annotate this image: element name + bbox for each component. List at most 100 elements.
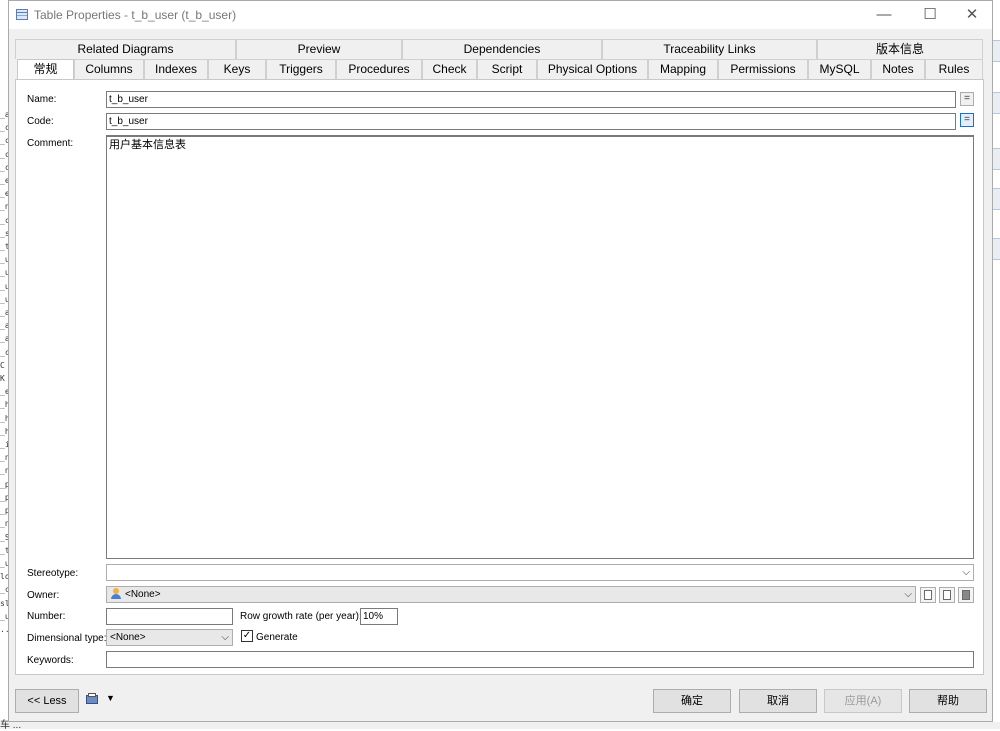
dimensional-type-select[interactable]: <None> ⌵ xyxy=(106,629,233,646)
stereotype-select[interactable]: ⌵ xyxy=(106,564,974,581)
name-code-sync-button[interactable]: = xyxy=(960,92,974,106)
background-strip-text: _s xyxy=(0,228,9,238)
tab-physical-options[interactable]: Physical Options xyxy=(537,59,648,79)
tab-notes[interactable]: Notes xyxy=(871,59,925,79)
code-field[interactable]: t_b_user xyxy=(106,113,956,130)
tab-mapping[interactable]: Mapping xyxy=(648,59,718,79)
table-icon xyxy=(16,9,28,20)
name-field[interactable]: t_b_user xyxy=(106,91,956,108)
background-app-right-strip xyxy=(993,0,1000,729)
tab-dependencies[interactable]: Dependencies xyxy=(402,39,602,59)
background-marker xyxy=(993,188,1000,210)
background-strip-text: _n xyxy=(0,202,9,212)
tab-row-upper: Related Diagrams Preview Dependencies Tr… xyxy=(15,39,983,59)
tab-procedures[interactable]: Procedures xyxy=(336,59,422,79)
background-strip-text: _a xyxy=(0,308,9,318)
chevron-down-icon: ⌵ xyxy=(904,589,912,600)
help-button[interactable]: 帮助 xyxy=(909,689,987,713)
maximize-button[interactable]: ☐ xyxy=(908,1,952,29)
row-growth-field[interactable]: 10% xyxy=(360,608,398,625)
comment-textarea[interactable]: 用户基本信息表 xyxy=(106,135,974,559)
user-icon xyxy=(111,588,121,599)
background-strip-text: _e xyxy=(0,387,9,397)
new-owner-button[interactable] xyxy=(920,587,936,603)
tab-general[interactable]: 常规 xyxy=(17,59,74,81)
owner-select[interactable]: <None> ⌵ xyxy=(106,586,916,603)
number-field[interactable] xyxy=(106,608,233,625)
keywords-field[interactable] xyxy=(106,651,974,668)
background-strip-text: _u xyxy=(0,255,9,265)
background-strip-text: _h xyxy=(0,426,9,436)
background-strip-text: _c xyxy=(0,149,9,159)
background-strip-text: _h xyxy=(0,413,9,423)
background-strip-text: _h xyxy=(0,400,9,410)
tab-check[interactable]: Check xyxy=(422,59,477,79)
tab-traceability-links[interactable]: Traceability Links xyxy=(602,39,817,59)
browse-icon xyxy=(943,590,951,600)
background-strip-text: _c xyxy=(0,136,9,146)
row-growth-label: Row growth rate (per year): xyxy=(240,611,362,622)
background-strip-text: _u xyxy=(0,558,9,568)
minimize-button[interactable]: — xyxy=(862,1,906,29)
background-strip-text: _ti xyxy=(0,242,8,252)
tab-permissions[interactable]: Permissions xyxy=(718,59,808,79)
tab-keys[interactable]: Keys xyxy=(208,59,266,79)
tab-mysql[interactable]: MySQL xyxy=(808,59,871,79)
dialog-title: Table Properties - t_b_user (t_b_user) xyxy=(34,8,237,22)
background-strip-text: _u xyxy=(0,294,9,304)
close-button[interactable]: ✕ xyxy=(950,1,994,29)
owner-properties-button[interactable] xyxy=(958,587,974,603)
background-strip-text: _c xyxy=(0,162,9,172)
background-marker xyxy=(993,238,1000,260)
background-strip-text: _n xyxy=(0,519,9,529)
background-strip-text: ... xyxy=(0,624,8,634)
tab-triggers[interactable]: Triggers xyxy=(266,59,336,79)
background-strip-text: _p xyxy=(0,479,9,489)
equals-icon: = xyxy=(964,93,970,104)
background-strip-text: _n xyxy=(0,466,9,476)
background-strip-text: _t xyxy=(0,545,9,555)
print-menu-button[interactable] xyxy=(85,693,101,707)
owner-label: Owner: xyxy=(27,590,60,601)
background-strip-text: _a xyxy=(0,321,9,331)
less-button[interactable]: << Less xyxy=(15,689,79,713)
background-marker xyxy=(993,148,1000,170)
generate-checkbox[interactable]: ✓ xyxy=(241,630,253,642)
background-strip-text: K xyxy=(0,374,5,384)
comment-label: Comment: xyxy=(27,138,74,149)
tab-version-info[interactable]: 版本信息 xyxy=(817,39,983,59)
code-label: Code: xyxy=(27,116,54,127)
background-strip-text: _n xyxy=(0,453,9,463)
close-icon: ✕ xyxy=(965,6,979,23)
tab-related-diagrams[interactable]: Related Diagrams xyxy=(15,39,236,59)
general-tab-panel: Name: t_b_user = Code: t_b_user = Commen… xyxy=(15,79,984,675)
background-app-bottom-strip: 车 ... xyxy=(0,720,1000,731)
background-strip-text: _a xyxy=(0,334,9,344)
new-icon xyxy=(924,590,932,600)
dropdown-arrow-icon[interactable]: ▼ xyxy=(106,693,115,703)
cancel-button[interactable]: 取消 xyxy=(739,689,817,713)
background-strip-text: _S xyxy=(0,532,9,542)
tab-rules[interactable]: Rules xyxy=(925,59,983,79)
background-strip-text: _c xyxy=(0,123,9,133)
browse-owner-button[interactable] xyxy=(939,587,955,603)
ok-button[interactable]: 确定 xyxy=(653,689,731,713)
chevron-down-icon: ⌵ xyxy=(962,567,970,578)
title-bar: Table Properties - t_b_user (t_b_user) —… xyxy=(9,1,992,29)
tab-indexes[interactable]: Indexes xyxy=(144,59,208,79)
tab-preview[interactable]: Preview xyxy=(236,39,402,59)
number-label: Number: xyxy=(27,611,66,622)
tab-row-lower: 常规 Columns Indexes Keys Triggers Procedu… xyxy=(15,59,983,81)
background-strip-text: _e xyxy=(0,176,9,186)
tab-columns[interactable]: Columns xyxy=(74,59,144,79)
background-strip-text: lo xyxy=(0,572,9,582)
background-strip-text: _u xyxy=(0,268,9,278)
generate-label: Generate xyxy=(256,632,298,643)
background-strip-text: C xyxy=(0,360,5,370)
tab-script[interactable]: Script xyxy=(477,59,537,79)
apply-button[interactable]: 应用(A) xyxy=(824,689,902,713)
code-sync-button[interactable]: = xyxy=(960,113,974,127)
background-strip-text: _c xyxy=(0,347,9,357)
background-strip-text: _u xyxy=(0,611,9,621)
background-strip-text: sl xyxy=(0,598,9,608)
